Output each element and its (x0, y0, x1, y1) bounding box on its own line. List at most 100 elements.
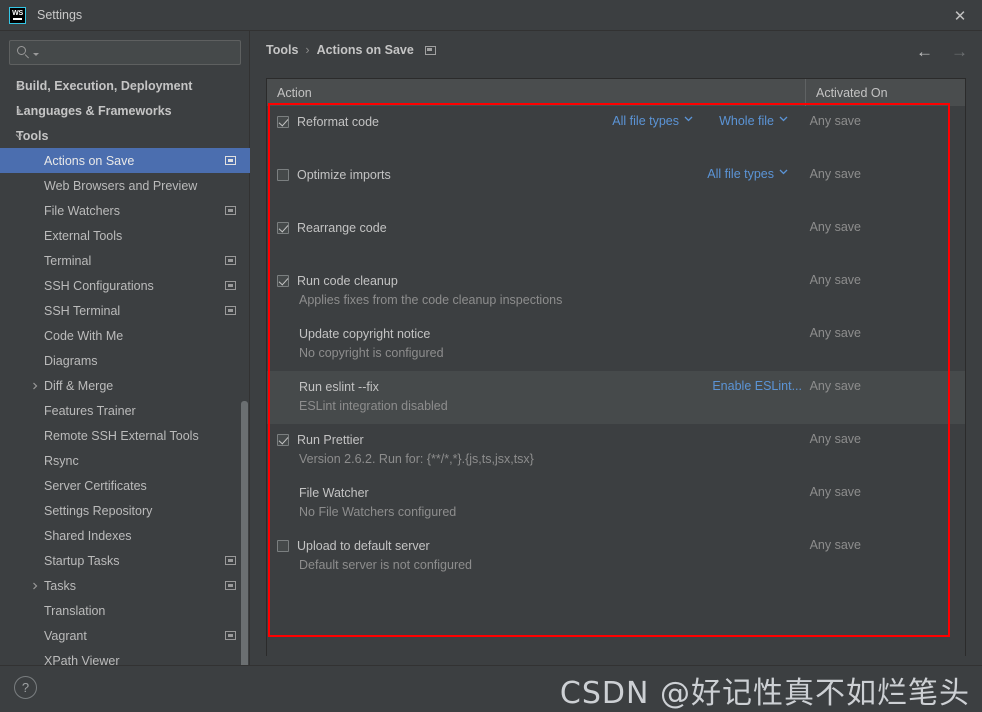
row-title-label: Upload to default server (297, 539, 430, 553)
sidebar-item-label: Shared Indexes (44, 528, 132, 543)
project-scope-icon (225, 206, 236, 215)
row-title: File Watcher (299, 482, 806, 504)
sidebar-item-label: Settings Repository (44, 503, 153, 518)
sidebar-item-web-browsers-and-preview[interactable]: Web Browsers and Preview (0, 173, 250, 198)
row-checkbox[interactable] (277, 169, 289, 181)
window-title: Settings (37, 8, 83, 22)
row-title: Update copyright notice (299, 323, 806, 345)
sidebar-item-startup-tasks[interactable]: Startup Tasks (0, 548, 250, 573)
project-scope-icon (225, 581, 236, 590)
sidebar-item-shared-indexes[interactable]: Shared Indexes (0, 523, 250, 548)
breadcrumb-root[interactable]: Tools (266, 43, 298, 57)
enable-eslint-link[interactable]: Enable ESLint... (712, 379, 802, 393)
row-title: Run code cleanup (277, 270, 806, 292)
sidebar-item-xpath-viewer[interactable]: XPath Viewer (0, 648, 250, 666)
chevron-right-icon[interactable] (14, 106, 24, 116)
chevron-right-icon[interactable] (30, 381, 40, 391)
table-row[interactable]: Upload to default server Default server i… (267, 530, 965, 583)
sidebar-item-remote-ssh-external-tools[interactable]: Remote SSH External Tools (0, 423, 250, 448)
row-title-label: Run Prettier (297, 433, 364, 447)
help-icon[interactable]: ? (14, 676, 37, 699)
project-scope-icon (225, 156, 236, 165)
sidebar-item-label: External Tools (44, 228, 123, 243)
row-description: No File Watchers configured (299, 505, 457, 519)
sidebar-item-vagrant[interactable]: Vagrant (0, 623, 250, 648)
sidebar-item-server-certificates[interactable]: Server Certificates (0, 473, 250, 498)
row-activated-on: Any save (809, 485, 861, 499)
table-row[interactable]: Run code cleanup Applies fixes from the c… (267, 265, 965, 318)
project-scope-icon (225, 281, 236, 290)
row-checkbox[interactable] (277, 434, 289, 446)
sidebar-item-actions-on-save[interactable]: Actions on Save (0, 148, 250, 173)
chevron-down-icon[interactable] (14, 131, 24, 141)
breadcrumb-current: Actions on Save (316, 43, 414, 57)
row-activated-on: Any save (809, 538, 861, 552)
sidebar-item-label: Code With Me (44, 328, 124, 343)
table-row[interactable]: Run Prettier Version 2.6.2. Run for: {**/… (267, 424, 965, 477)
row-title: Upload to default server (277, 535, 806, 557)
breadcrumb: Tools › Actions on Save (266, 43, 436, 57)
sidebar-item-external-tools[interactable]: External Tools (0, 223, 250, 248)
sidebar-item-rsync[interactable]: Rsync (0, 448, 250, 473)
combo-whole-file[interactable]: Whole file (719, 114, 788, 128)
sidebar-scrollbar[interactable] (241, 401, 248, 673)
combo-all-file-types[interactable]: All file types (612, 114, 693, 128)
sidebar-item-label: Diagrams (44, 353, 98, 368)
sidebar-item-features-trainer[interactable]: Features Trainer (0, 398, 250, 423)
sidebar-item-build-execution-deployment[interactable]: Build, Execution, Deployment (0, 73, 250, 98)
table-row[interactable]: Optimize imports All file types Any save (267, 159, 965, 212)
sidebar-item-code-with-me[interactable]: Code With Me (0, 323, 250, 348)
sidebar-item-translation[interactable]: Translation (0, 598, 250, 623)
sidebar-item-ssh-configurations[interactable]: SSH Configurations (0, 273, 250, 298)
row-checkbox[interactable] (277, 116, 289, 128)
row-checkbox[interactable] (277, 222, 289, 234)
table-row[interactable]: Update copyright notice No copyright is c… (267, 318, 965, 371)
sidebar-item-languages-frameworks[interactable]: Languages & Frameworks (0, 98, 250, 123)
title-bar: WS Settings ✕ (0, 0, 982, 31)
row-description: Applies fixes from the code cleanup insp… (299, 293, 563, 307)
row-activated-on: Any save (809, 326, 861, 340)
sidebar-item-label: Languages & Frameworks (16, 103, 172, 118)
sidebar-item-label: Build, Execution, Deployment (16, 78, 193, 93)
watermark-text: CSDN @好记性真不如烂笔头 (559, 676, 970, 711)
combo-all-file-types[interactable]: All file types (707, 167, 788, 181)
combo-label: All file types (707, 167, 774, 181)
column-header-activated-on[interactable]: Activated On (806, 79, 965, 106)
table-row[interactable]: Reformat code All file types Whole file Any… (267, 106, 965, 159)
table-body: Reformat code All file types Whole file Any… (267, 106, 965, 656)
sidebar-item-file-watchers[interactable]: File Watchers (0, 198, 250, 223)
search-input[interactable] (42, 45, 240, 60)
webstorm-icon: WS (9, 6, 26, 24)
row-title-label: Reformat code (297, 115, 379, 129)
arrow-left-icon[interactable]: ← (916, 43, 933, 60)
sidebar-item-diagrams[interactable]: Diagrams (0, 348, 250, 373)
close-icon[interactable]: ✕ (938, 0, 982, 31)
row-activated-on: Any save (809, 220, 861, 234)
chevron-right-icon[interactable] (30, 581, 40, 591)
row-action-cell: Upload to default server Default server i… (277, 530, 806, 583)
sidebar-item-diff-merge[interactable]: Diff & Merge (0, 373, 250, 398)
row-checkbox[interactable] (277, 540, 289, 552)
sidebar-item-tools[interactable]: Tools (0, 123, 250, 148)
table-row[interactable]: File Watcher No File Watchers configured A… (267, 477, 965, 530)
sidebar-item-label: Features Trainer (44, 403, 136, 418)
arrow-right-icon[interactable]: → (951, 43, 968, 60)
sidebar-item-settings-repository[interactable]: Settings Repository (0, 498, 250, 523)
row-action-cell: Update copyright notice No copyright is c… (277, 318, 806, 371)
dialog-footer: ? CSDN @好记性真不如烂笔头 (0, 665, 982, 712)
row-checkbox[interactable] (277, 275, 289, 287)
row-action-cell: File Watcher No File Watchers configured (277, 477, 806, 530)
sidebar-item-ssh-terminal[interactable]: SSH Terminal (0, 298, 250, 323)
chevron-right-icon[interactable] (14, 81, 24, 91)
settings-dialog: WS Settings ✕ Build, Execution, Deployme… (0, 0, 982, 712)
table-row[interactable]: Rearrange code Any save (267, 212, 965, 265)
chevron-down-icon (779, 116, 788, 124)
search-box[interactable] (9, 40, 241, 65)
column-header-action[interactable]: Action (267, 79, 806, 106)
search-dropdown-icon[interactable] (33, 53, 39, 56)
row-title-label: Optimize imports (297, 168, 391, 182)
sidebar-item-tasks[interactable]: Tasks (0, 573, 250, 598)
sidebar-item-terminal[interactable]: Terminal (0, 248, 250, 273)
project-scope-icon (225, 556, 236, 565)
table-row[interactable]: Run eslint --fix ESLint integration disab… (267, 371, 965, 424)
